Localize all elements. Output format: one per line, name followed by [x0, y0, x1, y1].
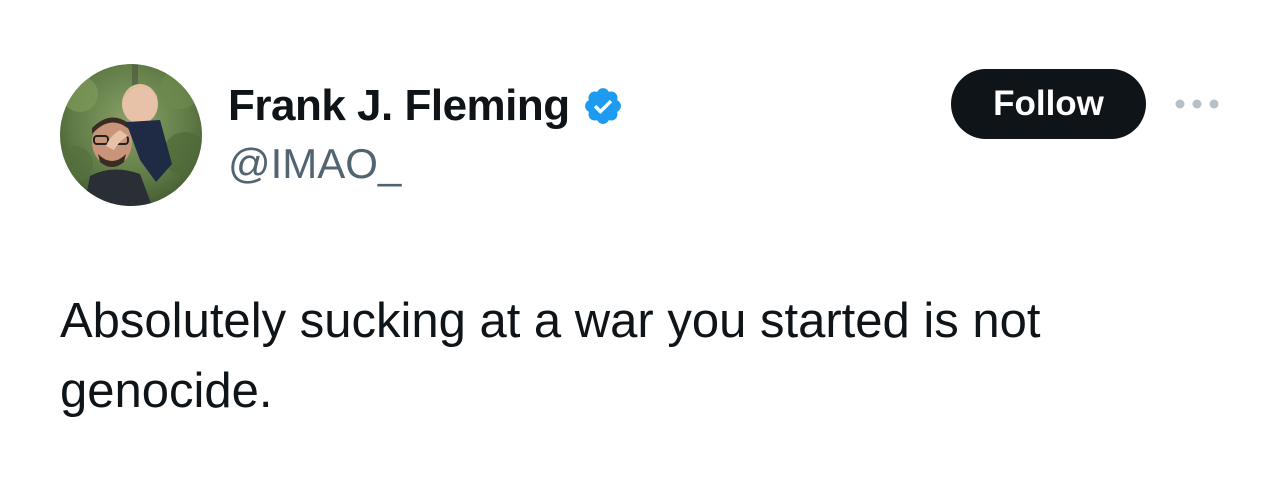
author-display-name[interactable]: Frank J. Fleming — [228, 81, 570, 131]
avatar[interactable] — [60, 64, 202, 206]
verified-badge-icon[interactable] — [582, 85, 624, 127]
avatar-photo-icon — [60, 64, 202, 206]
more-options-button[interactable] — [1172, 90, 1222, 118]
tweet-text: Absolutely sucking at a war you started … — [60, 294, 1041, 418]
more-horizontal-icon — [1175, 99, 1219, 109]
author-name-row: Frank J. Fleming — [228, 78, 624, 134]
author-handle[interactable]: @IMAO_ — [228, 140, 401, 188]
follow-button[interactable]: Follow — [951, 69, 1146, 139]
tweet-card: Frank J. Fleming @IMAO_ Follow Absolutel… — [0, 0, 1284, 489]
